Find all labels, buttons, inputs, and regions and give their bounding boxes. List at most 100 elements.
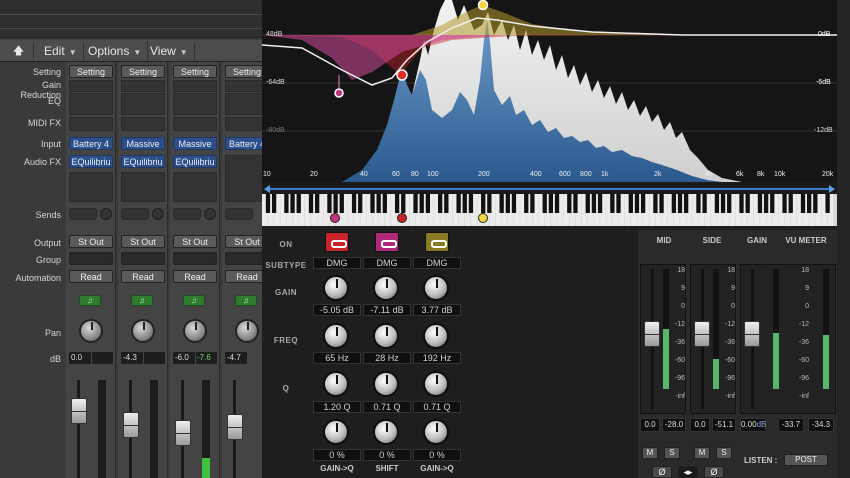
black-key[interactable] [671, 194, 677, 213]
black-key[interactable] [745, 194, 750, 213]
black-key[interactable] [284, 194, 289, 213]
up-arrow-icon[interactable]: 🡅 [4, 42, 34, 60]
mid-fader[interactable] [644, 321, 660, 347]
midi-icon[interactable]: ♫ [235, 295, 257, 306]
black-key[interactable] [382, 194, 387, 213]
mid-phase-button[interactable]: Ø [652, 466, 672, 478]
black-key[interactable] [757, 194, 763, 213]
black-key[interactable] [763, 194, 769, 213]
edit-menu[interactable]: Edit ▼ [38, 42, 84, 60]
midi-icon[interactable]: ♫ [79, 295, 101, 306]
input-slot[interactable]: Battery 4 [69, 137, 113, 150]
band-2-extra-value[interactable]: 0 % [363, 449, 411, 461]
black-key[interactable] [505, 194, 510, 213]
black-key[interactable] [653, 194, 658, 213]
black-key[interactable] [296, 194, 301, 213]
black-key[interactable] [800, 194, 806, 213]
eq-slot[interactable] [225, 93, 262, 115]
band-2-handle[interactable] [334, 88, 344, 98]
black-key[interactable] [567, 194, 572, 213]
eq-slot[interactable] [121, 93, 165, 115]
send-knob[interactable] [204, 208, 216, 220]
black-key[interactable] [591, 194, 597, 213]
piano-keyboard[interactable] [262, 194, 837, 226]
band-1-on-button[interactable] [325, 232, 349, 252]
automation-button[interactable]: Read [225, 270, 262, 283]
band-1-q-value[interactable]: 1.20 Q [313, 401, 361, 413]
output-gain-fader[interactable] [744, 321, 760, 347]
side-mute-button[interactable]: M [694, 447, 710, 459]
band-1-q-knob[interactable] [323, 371, 349, 397]
band-2-freq-knob[interactable] [373, 323, 399, 349]
black-key[interactable] [419, 194, 424, 213]
send-knob[interactable] [152, 208, 164, 220]
volume-fader[interactable] [227, 414, 243, 440]
black-key[interactable] [376, 194, 381, 213]
black-key[interactable] [597, 194, 603, 213]
black-key[interactable] [788, 194, 793, 213]
volume-fader[interactable] [123, 412, 139, 438]
output-button[interactable]: St Out [69, 235, 113, 248]
black-key[interactable] [358, 194, 363, 213]
volume-fader[interactable] [71, 398, 87, 424]
band-3-key-marker[interactable] [478, 213, 488, 223]
band-3-freq-knob[interactable] [423, 323, 449, 349]
side-gain-value[interactable]: 0.0 [690, 418, 710, 432]
black-key[interactable] [425, 194, 431, 213]
audio-fx-slot[interactable]: EQuilibriu [121, 155, 165, 168]
input-slot[interactable]: Battery 4 [225, 137, 262, 150]
black-key[interactable] [807, 194, 812, 213]
band-2-gain-value[interactable]: -7.11 dB [363, 304, 411, 316]
black-key[interactable] [499, 194, 504, 213]
band-2-q-knob[interactable] [373, 371, 399, 397]
black-key[interactable] [616, 194, 621, 213]
black-key[interactable] [308, 194, 314, 213]
volume-fader[interactable] [175, 420, 191, 446]
send-slot[interactable] [121, 208, 149, 220]
black-key[interactable] [542, 194, 547, 213]
band-3-extra-value[interactable]: 0 % [413, 449, 461, 461]
black-key[interactable] [481, 194, 486, 213]
range-left-handle-icon[interactable] [264, 185, 270, 193]
output-button[interactable]: St Out [173, 235, 217, 248]
black-key[interactable] [696, 194, 701, 213]
mid-gain-value[interactable]: 0.0 [640, 418, 660, 432]
black-key[interactable] [511, 194, 517, 213]
band-1-subtype[interactable]: DMG [313, 257, 361, 269]
send-slot[interactable] [173, 208, 201, 220]
black-key[interactable] [530, 194, 535, 213]
mid-mute-button[interactable]: M [642, 447, 658, 459]
band-1-key-marker[interactable] [397, 213, 407, 223]
black-key[interactable] [394, 194, 400, 213]
band-1-gain-knob[interactable] [323, 275, 349, 301]
black-key[interactable] [628, 194, 633, 213]
midi-fx-slot[interactable] [225, 117, 262, 131]
side-solo-button[interactable]: S [716, 447, 732, 459]
link-icon[interactable]: ◂▸ [678, 466, 698, 478]
send-knob[interactable] [100, 208, 112, 220]
eq-slot[interactable] [173, 93, 217, 115]
eq-slot[interactable] [69, 93, 113, 115]
band-2-q-value[interactable]: 0.71 Q [363, 401, 411, 413]
audio-fx-slot[interactable]: EQuilibriu [69, 155, 113, 168]
midi-fx-slot[interactable] [173, 117, 217, 131]
setting-button[interactable]: Setting [69, 65, 113, 78]
pan-knob[interactable] [79, 319, 103, 343]
band-2-on-button[interactable] [375, 232, 399, 252]
black-key[interactable] [782, 194, 787, 213]
eq-graph[interactable]: 48dB -64dB -80dB 0dB -6dB -12dB 10 20 40… [262, 0, 837, 182]
pan-knob[interactable] [235, 319, 259, 343]
band-2-extra-knob[interactable] [373, 419, 399, 445]
black-key[interactable] [271, 194, 277, 213]
band-1-extra-value[interactable]: 0 % [313, 449, 361, 461]
frequency-range-bar[interactable] [262, 182, 837, 194]
automation-button[interactable]: Read [69, 270, 113, 283]
midi-fx-slot[interactable] [69, 117, 113, 131]
view-menu[interactable]: View ▼ [144, 42, 195, 60]
black-key[interactable] [634, 194, 640, 213]
midi-icon[interactable]: ♫ [183, 295, 205, 306]
black-key[interactable] [677, 194, 683, 213]
black-key[interactable] [327, 194, 332, 213]
black-key[interactable] [438, 194, 443, 213]
band-3-q-value[interactable]: 0.71 Q [413, 401, 461, 413]
